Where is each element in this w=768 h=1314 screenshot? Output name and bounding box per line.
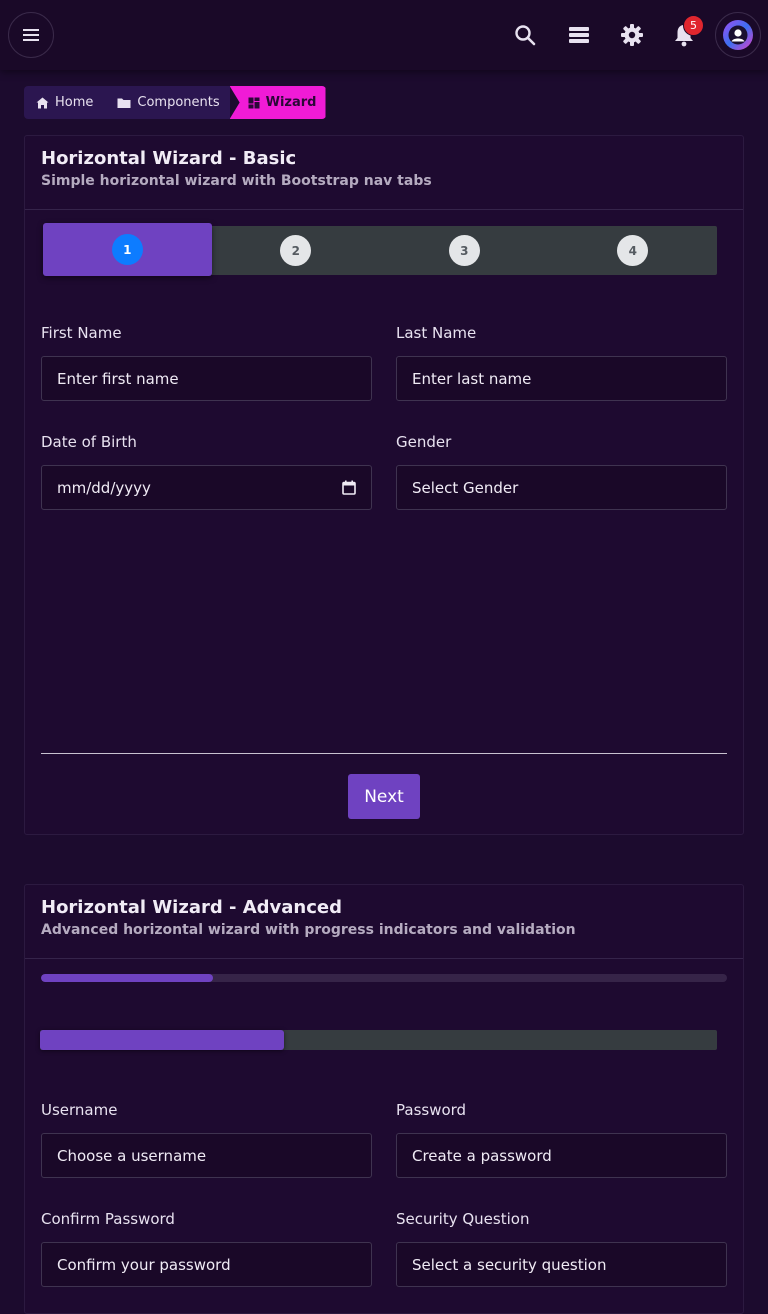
breadcrumb-wizard: Wizard — [229, 86, 326, 119]
confirm-password-label: Confirm Password — [41, 1210, 175, 1228]
password-group: Password Create a password — [396, 1101, 727, 1178]
step-number: 2 — [280, 235, 312, 266]
user-icon — [728, 25, 748, 45]
security-question-label: Security Question — [396, 1210, 530, 1228]
step-tab-4[interactable]: 4 — [549, 226, 718, 275]
wizard-steps-nav: 1 2 3 4 — [43, 223, 718, 276]
breadcrumb-components[interactable]: Components — [103, 86, 230, 119]
first-name-input[interactable]: Enter first name — [41, 356, 372, 401]
step-number: 4 — [617, 235, 649, 266]
calendar-icon[interactable] — [342, 480, 356, 495]
overall-progress-fill — [41, 974, 213, 982]
step-progress-fill — [40, 1030, 284, 1050]
card-subtitle: Advanced horizontal wizard with progress… — [41, 922, 576, 938]
breadcrumb: Home Components Wizard — [24, 86, 326, 119]
last-name-input[interactable]: Enter last name — [396, 356, 727, 401]
card-header: Horizontal Wizard - Advanced Advanced ho… — [25, 885, 743, 959]
confirm-password-placeholder: Confirm your password — [57, 1255, 231, 1274]
settings-button[interactable] — [619, 22, 645, 48]
home-icon — [36, 97, 49, 108]
first-name-label: First Name — [41, 324, 122, 342]
form-divider — [41, 753, 727, 754]
username-input[interactable]: Choose a username — [41, 1133, 372, 1178]
avatar — [723, 20, 753, 50]
gender-select[interactable]: Select Gender — [396, 465, 727, 510]
basic-wizard-card: Horizontal Wizard - Basic Simple horizon… — [24, 135, 744, 835]
step-number: 3 — [448, 235, 480, 266]
card-title: Horizontal Wizard - Advanced — [41, 897, 343, 918]
dashboard-icon — [248, 97, 260, 108]
gender-label: Gender — [396, 433, 452, 451]
dob-placeholder: mm/dd/yyyy — [57, 478, 151, 497]
password-label: Password — [396, 1101, 467, 1119]
step-progress-bar — [40, 1030, 717, 1050]
dob-label: Date of Birth — [41, 433, 137, 451]
first-name-placeholder: Enter first name — [57, 369, 179, 388]
security-question-group: Security Question Select a security ques… — [396, 1210, 727, 1287]
stack-icon — [569, 27, 589, 43]
overall-progress-bar — [41, 974, 727, 982]
step-tab-2[interactable]: 2 — [212, 226, 381, 275]
gender-selected-value: Select Gender — [412, 478, 519, 497]
card-header: Horizontal Wizard - Basic Simple horizon… — [25, 136, 743, 210]
card-subtitle: Simple horizontal wizard with Bootstrap … — [41, 173, 432, 189]
dob-input[interactable]: mm/dd/yyyy — [41, 465, 372, 510]
folder-icon — [117, 98, 131, 108]
first-name-group: First Name Enter first name — [41, 324, 372, 401]
advanced-wizard-card: Horizontal Wizard - Advanced Advanced ho… — [24, 884, 744, 1314]
last-name-group: Last Name Enter last name — [396, 324, 727, 401]
next-button[interactable]: Next — [348, 774, 420, 819]
last-name-placeholder: Enter last name — [412, 369, 532, 388]
top-navbar: 5 — [0, 0, 768, 70]
breadcrumb-label: Home — [55, 95, 94, 110]
username-label: Username — [41, 1101, 118, 1119]
gender-group: Gender Select Gender — [396, 433, 727, 510]
password-placeholder: Create a password — [412, 1146, 552, 1165]
notification-count-badge: 5 — [683, 15, 704, 36]
menu-toggle-button[interactable] — [8, 12, 54, 58]
username-placeholder: Choose a username — [57, 1146, 207, 1165]
breadcrumb-home[interactable]: Home — [24, 86, 104, 119]
step-number: 1 — [111, 234, 143, 265]
breadcrumb-label: Components — [137, 95, 220, 110]
user-avatar-button[interactable] — [715, 12, 761, 58]
card-title: Horizontal Wizard - Basic — [41, 148, 297, 169]
gear-icon — [621, 24, 643, 46]
username-group: Username Choose a username — [41, 1101, 372, 1178]
breadcrumb-label: Wizard — [265, 95, 317, 110]
stack-button[interactable] — [566, 22, 592, 48]
dob-group: Date of Birth mm/dd/yyyy — [41, 433, 372, 510]
step-tab-3[interactable]: 3 — [380, 226, 549, 275]
security-question-select[interactable]: Select a security question — [396, 1242, 727, 1287]
menu-icon — [23, 29, 39, 41]
confirm-password-input[interactable]: Confirm your password — [41, 1242, 372, 1287]
last-name-label: Last Name — [396, 324, 477, 342]
step-tab-1[interactable]: 1 — [43, 223, 212, 276]
security-question-selected-value: Select a security question — [412, 1255, 607, 1274]
search-icon — [515, 25, 536, 46]
search-button[interactable] — [512, 22, 538, 48]
password-input[interactable]: Create a password — [396, 1133, 727, 1178]
confirm-password-group: Confirm Password Confirm your password — [41, 1210, 372, 1287]
